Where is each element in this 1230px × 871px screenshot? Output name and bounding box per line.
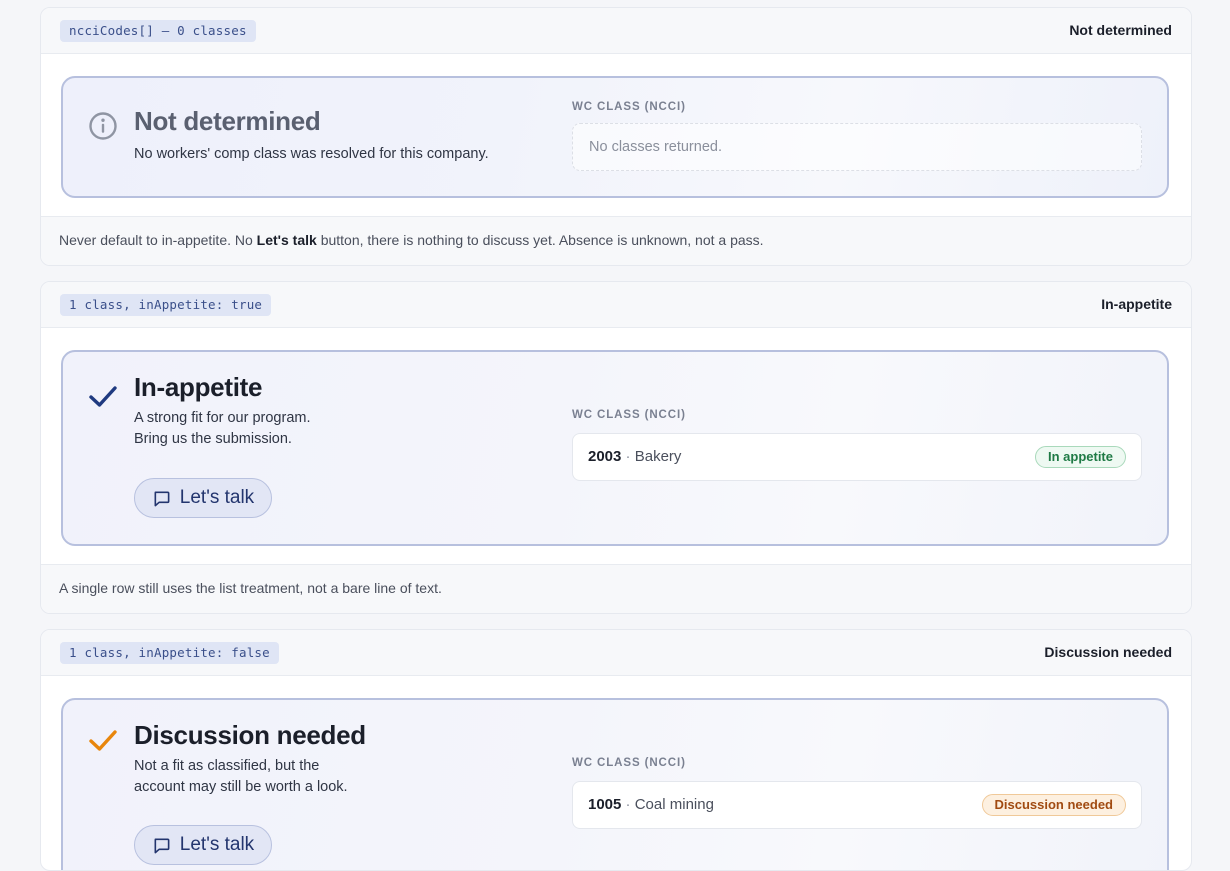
footer-note-bold: Let's talk bbox=[256, 232, 317, 248]
class-separator: · bbox=[625, 448, 631, 465]
card-description: No workers' comp class was resolved for … bbox=[134, 146, 489, 162]
class-name: Bakery bbox=[634, 448, 682, 465]
info-circle-icon bbox=[89, 112, 117, 140]
section-header: 1 class, inAppetite: false Discussion ne… bbox=[41, 630, 1191, 676]
card-description: Not a fit as classified, but the account… bbox=[134, 756, 514, 798]
card-description-line: account may still be worth a look. bbox=[134, 779, 348, 795]
footer-note-post: button, there is nothing to discuss yet.… bbox=[316, 232, 764, 248]
card-description-line: Bring us the submission. bbox=[134, 431, 292, 447]
wc-class-label: WC CLASS (NCCI) bbox=[572, 101, 686, 113]
section-footer: Never default to in-appetite. No Let's t… bbox=[41, 216, 1191, 265]
appetite-card: Discussion needed Not a fit as classifie… bbox=[61, 698, 1169, 870]
code-chip: ncciCodes[] — 0 classes bbox=[60, 20, 256, 42]
status-badge: In appetite bbox=[1034, 446, 1126, 468]
wc-class-row: 2003 · Bakery In appetite bbox=[572, 433, 1142, 481]
appetite-card: Not determined No workers' comp class wa… bbox=[61, 76, 1169, 198]
empty-classes-text: No classes returned. bbox=[589, 139, 722, 155]
card-title: Not determined bbox=[134, 106, 321, 136]
class-name: Coal mining bbox=[634, 796, 714, 813]
section-header: 1 class, inAppetite: true In-appetite bbox=[41, 282, 1191, 328]
header-status-label: In-appetite bbox=[1101, 296, 1172, 312]
footer-note: Never default to in-appetite. No Let's t… bbox=[59, 232, 764, 248]
code-chip: 1 class, inAppetite: true bbox=[60, 294, 272, 316]
chat-bubble-icon bbox=[154, 491, 170, 506]
class-separator: · bbox=[625, 796, 631, 813]
wc-class-empty-box: No classes returned. bbox=[572, 123, 1142, 171]
card-title: Discussion needed bbox=[134, 720, 366, 750]
lets-talk-button[interactable]: Let's talk bbox=[134, 478, 272, 518]
card-description-line: Not a fit as classified, but the bbox=[134, 758, 320, 774]
card-description: A strong fit for our program. Bring us t… bbox=[134, 408, 514, 450]
lets-talk-label: Let's talk bbox=[179, 834, 255, 855]
checkmark-icon bbox=[89, 386, 117, 407]
lets-talk-label: Let's talk bbox=[179, 487, 255, 508]
wc-class-row: 1005 · Coal mining Discussion needed bbox=[572, 781, 1142, 829]
scenario-discussion-needed: 1 class, inAppetite: false Discussion ne… bbox=[40, 629, 1192, 871]
card-title: In-appetite bbox=[134, 372, 263, 402]
status-badge: Discussion needed bbox=[981, 794, 1126, 816]
class-code: 2003 bbox=[588, 448, 622, 465]
wc-class-code: 2003 · Bakery bbox=[588, 448, 681, 465]
scenario-in-appetite: 1 class, inAppetite: true In-appetite In… bbox=[40, 281, 1192, 614]
checkmark-icon bbox=[89, 730, 117, 751]
scenario-not-determined: ncciCodes[] — 0 classes Not determined N… bbox=[40, 7, 1192, 266]
chat-bubble-icon bbox=[154, 838, 170, 853]
wc-class-code: 1005 · Coal mining bbox=[588, 796, 714, 813]
footer-note-pre: Never default to in-appetite. No bbox=[59, 232, 257, 248]
code-chip: 1 class, inAppetite: false bbox=[60, 642, 279, 664]
section-header: ncciCodes[] — 0 classes Not determined bbox=[41, 8, 1191, 54]
card-description-line: A strong fit for our program. bbox=[134, 410, 311, 426]
wc-class-label: WC CLASS (NCCI) bbox=[572, 409, 686, 421]
header-status-label: Not determined bbox=[1069, 22, 1172, 38]
footer-note: A single row still uses the list treatme… bbox=[59, 580, 442, 596]
class-code: 1005 bbox=[588, 796, 622, 813]
lets-talk-button[interactable]: Let's talk bbox=[134, 825, 272, 865]
wc-class-label: WC CLASS (NCCI) bbox=[572, 757, 686, 769]
appetite-card: In-appetite A strong fit for our program… bbox=[61, 350, 1169, 546]
section-footer: A single row still uses the list treatme… bbox=[41, 564, 1191, 613]
header-status-label: Discussion needed bbox=[1044, 644, 1172, 660]
